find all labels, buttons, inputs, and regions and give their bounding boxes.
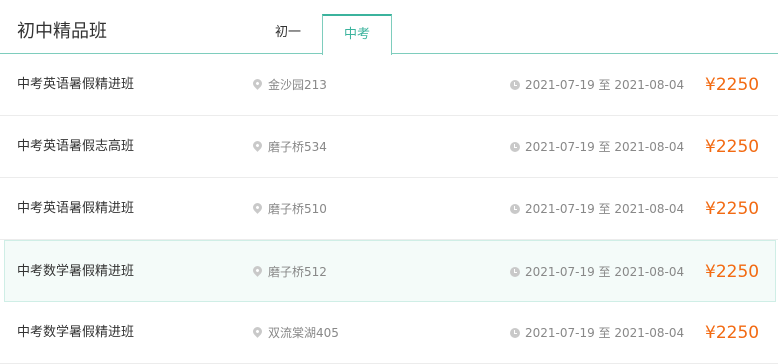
course-location: 磨子桥512 [251, 241, 327, 303]
course-price: ¥2250 [705, 199, 760, 219]
location-pin-icon [251, 325, 264, 338]
course-location-text: 磨子桥512 [268, 265, 327, 279]
course-dates-text: 2021-07-19 至 2021-08-04 [525, 265, 685, 279]
course-name: 中考英语暑假精进班 [17, 77, 135, 92]
course-location-text: 磨子桥534 [268, 140, 327, 154]
course-dates: 2021-07-19 至 2021-08-04 [510, 178, 684, 240]
clock-icon [510, 79, 520, 90]
tab-zhongkao[interactable]: 中考 [322, 14, 392, 55]
course-dates: 2021-07-19 至 2021-08-04 [510, 54, 684, 116]
course-price: ¥2250 [705, 262, 760, 282]
course-location: 金沙园213 [251, 54, 327, 116]
course-list: 中考英语暑假精进班 金沙园213 2021-07-19 至 2021-08-04… [0, 54, 778, 364]
course-row[interactable]: 中考英语暑假志高班 磨子桥534 2021-07-19 至 2021-08-04… [0, 116, 778, 178]
course-dates-text: 2021-07-19 至 2021-08-04 [525, 202, 685, 216]
course-location-text: 金沙园213 [268, 78, 327, 92]
clock-icon [510, 141, 520, 152]
page-title: 初中精品班 [17, 21, 107, 42]
location-pin-icon [251, 139, 264, 152]
clock-icon [510, 203, 520, 214]
location-pin-icon [251, 201, 264, 214]
course-row-hovered[interactable]: 中考数学暑假精进班 磨子桥512 2021-07-19 至 2021-08-04… [4, 240, 776, 302]
course-name: 中考英语暑假志高班 [17, 139, 135, 154]
clock-icon [510, 266, 520, 277]
course-price: ¥2250 [705, 137, 760, 157]
course-dates-text: 2021-07-19 至 2021-08-04 [525, 140, 685, 154]
course-location: 磨子桥534 [251, 116, 327, 178]
course-dates: 2021-07-19 至 2021-08-04 [510, 116, 684, 178]
course-location-text: 双流棠湖405 [268, 326, 339, 340]
tab-grade-one[interactable]: 初一 [256, 14, 320, 54]
course-row[interactable]: 中考数学暑假精进班 双流棠湖405 2021-07-19 至 2021-08-0… [0, 302, 778, 364]
course-dates: 2021-07-19 至 2021-08-04 [510, 302, 684, 364]
clock-icon [510, 327, 520, 338]
course-name: 中考英语暑假精进班 [17, 201, 135, 216]
course-dates: 2021-07-19 至 2021-08-04 [510, 241, 684, 303]
course-location: 双流棠湖405 [251, 302, 339, 364]
location-pin-icon [251, 77, 264, 90]
course-location-text: 磨子桥510 [268, 202, 327, 216]
course-dates-text: 2021-07-19 至 2021-08-04 [525, 326, 685, 340]
course-row[interactable]: 中考英语暑假精进班 磨子桥510 2021-07-19 至 2021-08-04… [0, 178, 778, 240]
course-price: ¥2250 [705, 323, 760, 343]
course-row[interactable]: 中考英语暑假精进班 金沙园213 2021-07-19 至 2021-08-04… [0, 54, 778, 116]
course-dates-text: 2021-07-19 至 2021-08-04 [525, 78, 685, 92]
course-name: 中考数学暑假精进班 [17, 325, 135, 340]
course-name: 中考数学暑假精进班 [17, 264, 135, 279]
location-pin-icon [251, 264, 264, 277]
header: 初中精品班 初一 中考 [0, 0, 778, 55]
course-location: 磨子桥510 [251, 178, 327, 240]
course-price: ¥2250 [705, 75, 760, 95]
